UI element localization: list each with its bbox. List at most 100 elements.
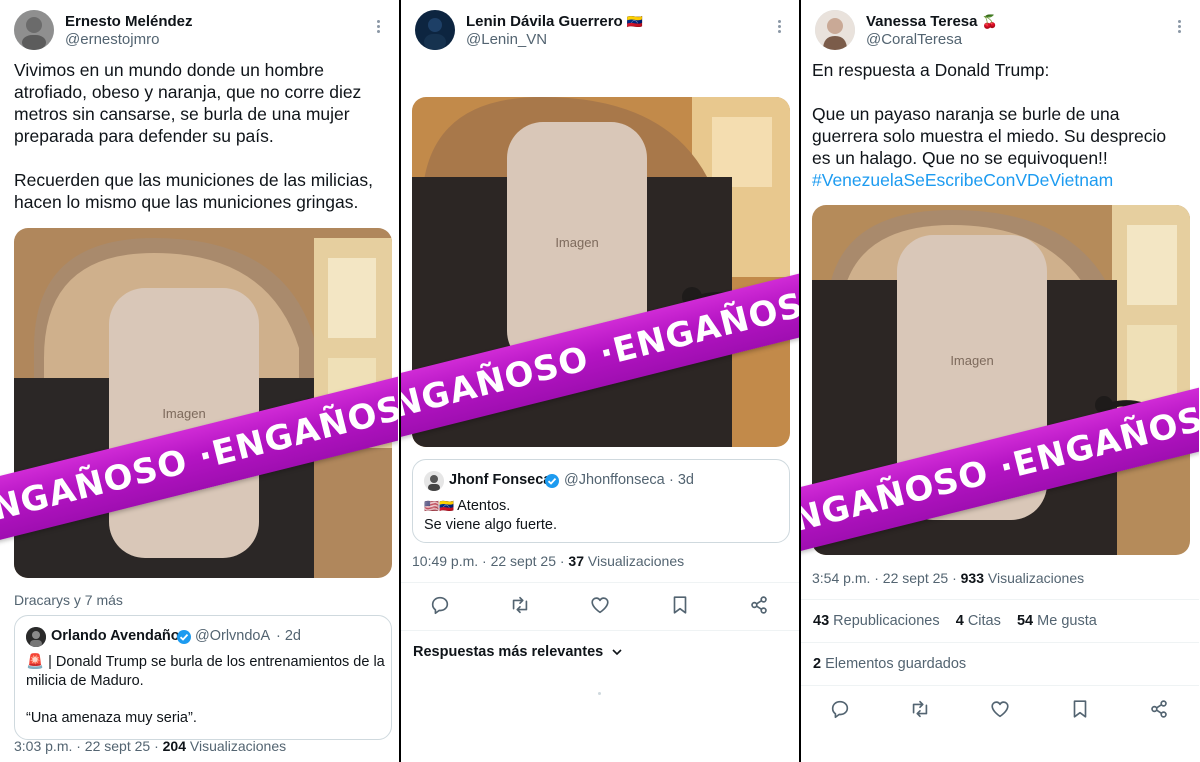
quote-line: 🇺🇸🇻🇪 Atentos. [424, 497, 510, 516]
author-handle[interactable]: @ernestojmro [65, 31, 159, 48]
author-name[interactable]: Vanessa Teresa 🍒 [866, 13, 998, 30]
tweet-meta: 3:54 p.m. · 22 sept 25 · 933 Visualizaci… [812, 570, 1084, 586]
views-label: Visualizaciones [987, 570, 1085, 586]
saved-label: Elementos guardados [825, 656, 967, 672]
replies-sort-label: Respuestas más relevantes [413, 644, 604, 660]
tweet-panel-lenin: Lenin Dávila Guerrero 🇻🇪 @Lenin_VN Image… [401, 0, 799, 762]
saved-count: 2 [813, 656, 822, 672]
tweet-meta: 10:49 p.m. · 22 sept 25 · 37 Visualizaci… [412, 553, 684, 569]
reply-icon[interactable] [829, 698, 853, 722]
avatar[interactable] [815, 10, 855, 50]
tagged-users[interactable]: Dracarys y 7 más [14, 592, 123, 608]
reposts-label: Republicaciones [833, 613, 940, 629]
author-name[interactable]: Lenin Dávila Guerrero 🇻🇪 [466, 13, 643, 30]
venezuela-flag-icon: 🇻🇪 [626, 14, 644, 29]
bookmark-icon[interactable] [669, 594, 693, 618]
like-icon[interactable] [589, 594, 613, 618]
quotes-label: Citas [967, 613, 1001, 629]
tweet-header: Vanessa Teresa 🍒 @CoralTeresa [815, 10, 1185, 54]
separator [401, 582, 799, 583]
likes-label: Me gusta [1037, 613, 1097, 629]
author-name[interactable]: Ernesto Meléndez [65, 13, 193, 30]
quote-avatar [26, 627, 46, 647]
quote-author-name: Jhonf Fonseca [449, 472, 552, 488]
share-icon[interactable] [748, 594, 772, 618]
tweet-text: En respuesta a Donald Trump: Que un paya… [812, 59, 1189, 191]
quote-author-handle: @Jhonffonseca [564, 472, 665, 488]
likes-count: 54 [1016, 613, 1034, 629]
quote-avatar [424, 471, 444, 491]
more-options-icon[interactable] [1173, 18, 1185, 36]
avatar[interactable] [415, 10, 455, 50]
quotes-count: 4 [955, 613, 964, 629]
quoted-tweet[interactable]: Orlando Avendaño @OrlvndoA · 2d 🚨 | Dona… [14, 615, 392, 740]
author-handle[interactable]: @Lenin_VN [466, 31, 547, 48]
tweet-paragraph: Vivimos en un mundo donde un hombre atro… [14, 60, 362, 146]
action-bar [401, 594, 799, 624]
views-count: 204 [162, 738, 186, 754]
share-icon[interactable] [1148, 698, 1172, 722]
quote-text: “Una amenaza muy seria”. [26, 710, 197, 726]
verified-badge-icon [545, 474, 559, 488]
tweet-paragraph: En respuesta a Donald Trump: [812, 60, 1050, 80]
quote-text: Se viene algo fuerte. [424, 517, 558, 533]
like-icon[interactable] [989, 698, 1013, 722]
quote-age: · 3d [669, 472, 694, 488]
reposts-stat[interactable]: 43 Republicaciones [813, 613, 940, 629]
separator [401, 630, 799, 631]
tweet-header: Lenin Dávila Guerrero 🇻🇪 @Lenin_VN [415, 10, 785, 54]
replies-sort-dropdown[interactable]: Respuestas más relevantes [413, 644, 623, 660]
reposts-count: 43 [813, 613, 830, 629]
tweet-header: Ernesto Meléndez @ernestojmro [14, 10, 384, 54]
separator [801, 685, 1199, 686]
bookmark-icon[interactable] [1069, 698, 1093, 722]
more-options-icon[interactable] [773, 18, 785, 36]
author-name-text: Lenin Dávila Guerrero [466, 13, 623, 30]
quote-text: | Donald Trump se burla de los entrenami… [48, 654, 385, 670]
separator [801, 642, 1199, 643]
retweet-icon[interactable] [509, 594, 533, 618]
quote-author-handle: @OrlvndoA [195, 628, 271, 644]
quote-author-name: Orlando Avendaño [51, 628, 180, 644]
image-placeholder-label: Imagen [950, 353, 993, 368]
image-placeholder-label: Imagen [555, 235, 598, 250]
chevron-down-icon [612, 649, 622, 656]
quote-text: milicia de Maduro. [26, 673, 144, 689]
author-name-text: Vanessa Teresa [866, 13, 978, 30]
separator [801, 599, 1199, 600]
tweet-paragraph: Que un payaso naranja se burle de una gu… [812, 104, 1167, 168]
reply-icon[interactable] [429, 594, 453, 618]
quote-text: Atentos. [457, 498, 511, 514]
loading-indicator [598, 692, 601, 695]
tweet-text: Vivimos en un mundo donde un hombre atro… [14, 59, 388, 213]
views-count: 37 [568, 553, 584, 569]
tweet-paragraph: Recuerden que las municiones de las mili… [14, 170, 373, 212]
cherry-emoji-icon: 🍒 [981, 14, 998, 29]
views-count: 933 [960, 570, 984, 586]
tweet-meta: 3:03 p.m. · 22 sept 25 · 204 Visualizaci… [14, 738, 286, 754]
quote-age: · 2d [276, 628, 301, 644]
timestamp[interactable]: 3:03 p.m. · 22 sept 25 · [14, 738, 159, 754]
tweet-panel-ernesto: Ernesto Meléndez @ernestojmro Vivimos en… [0, 0, 398, 762]
timestamp[interactable]: 10:49 p.m. · 22 sept 25 · [412, 553, 565, 569]
bookmarks-stat[interactable]: 2 Elementos guardados [813, 656, 966, 672]
engagement-stats: 43 Republicaciones 4 Citas 54 Me gusta [813, 613, 1097, 629]
flags-emoji: 🇺🇸🇻🇪 [424, 499, 454, 513]
views-label: Visualizaciones [587, 553, 685, 569]
avatar[interactable] [14, 10, 54, 50]
views-label: Visualizaciones [189, 738, 287, 754]
image-placeholder-label: Imagen [162, 406, 205, 421]
quotes-stat[interactable]: 4 Citas [956, 613, 1001, 629]
retweet-icon[interactable] [909, 698, 933, 722]
more-options-icon[interactable] [372, 18, 384, 36]
quote-line: 🚨 | Donald Trump se burla de los entrena… [26, 653, 385, 672]
hashtag-link[interactable]: #VenezuelaSeEscribeConVDeVietnam [812, 169, 1189, 191]
timestamp[interactable]: 3:54 p.m. · 22 sept 25 · [812, 570, 957, 586]
siren-emoji: 🚨 [26, 654, 45, 670]
likes-stat[interactable]: 54 Me gusta [1017, 613, 1097, 629]
quoted-tweet[interactable]: Jhonf Fonseca @Jhonffonseca · 3d 🇺🇸🇻🇪 At… [412, 459, 790, 543]
author-handle[interactable]: @CoralTeresa [866, 31, 962, 48]
action-bar [801, 698, 1199, 728]
tweet-panel-vanessa: Vanessa Teresa 🍒 @CoralTeresa En respues… [801, 0, 1199, 762]
verified-badge-icon [177, 630, 191, 644]
